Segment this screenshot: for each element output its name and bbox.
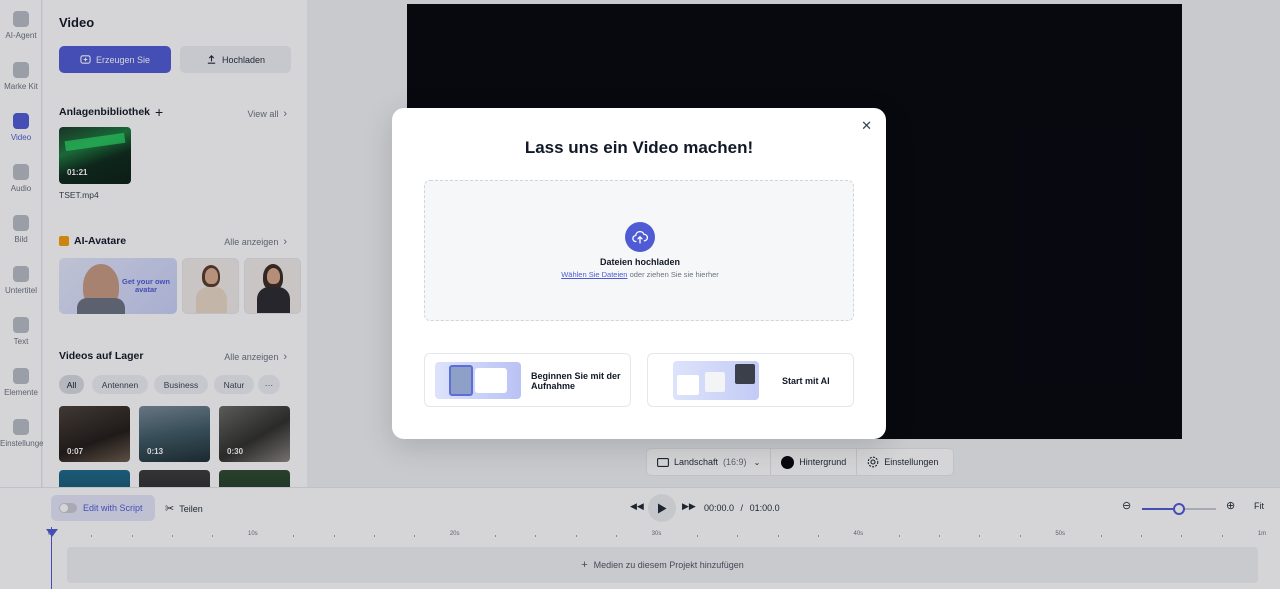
drop-zone-title: Dateien hochladen <box>599 257 680 267</box>
ai-card <box>705 372 725 392</box>
ai-card <box>677 375 699 395</box>
ai-illustration <box>673 361 759 400</box>
start-recording-option[interactable]: Beginnen Sie mit der Aufnahme <box>424 353 631 407</box>
close-icon[interactable]: ✕ <box>861 118 872 134</box>
modal-title: Lass uns ein Video machen! <box>524 138 754 157</box>
choose-files-link[interactable]: Wählen Sie Dateien <box>561 270 627 279</box>
webcam-preview <box>449 365 473 396</box>
start-with-ai-label: Start mit AI <box>782 376 830 386</box>
start-with-ai-option[interactable]: Start mit AI <box>647 353 854 407</box>
cloud-upload-icon <box>625 222 655 252</box>
ai-card <box>735 364 755 384</box>
drop-zone-subtitle: Wählen Sie Dateien oder ziehen Sie sie h… <box>561 270 719 279</box>
recording-illustration <box>435 362 521 399</box>
start-recording-label: Beginnen Sie mit der Aufnahme <box>531 371 621 391</box>
create-video-modal: ✕ Lass uns ein Video machen! Dateien hoc… <box>392 108 886 439</box>
screen-preview <box>475 368 507 393</box>
file-drop-zone[interactable]: Dateien hochladen Wählen Sie Dateien ode… <box>424 180 854 321</box>
